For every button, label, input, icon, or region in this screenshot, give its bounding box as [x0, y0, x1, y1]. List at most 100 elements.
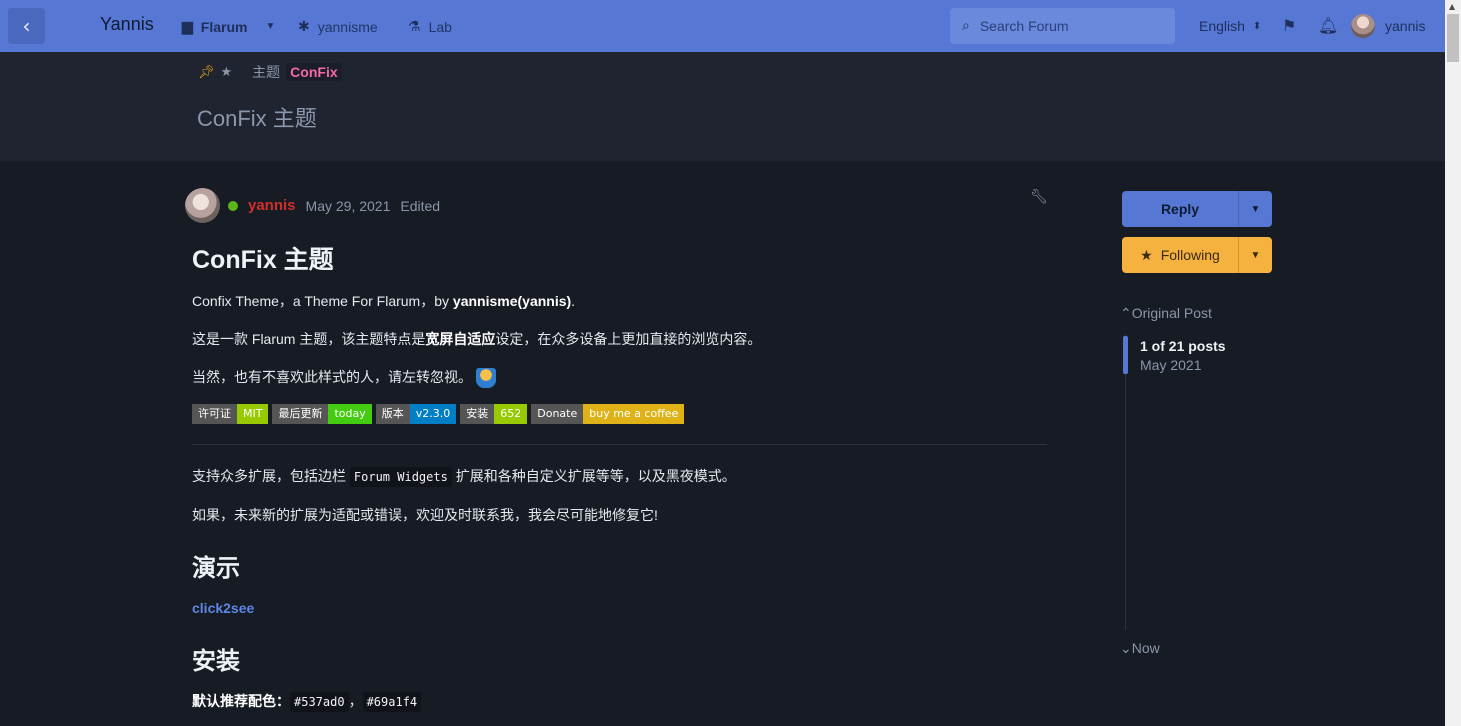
reply-dropdown-toggle[interactable]: ▼	[1238, 191, 1272, 227]
star-icon: ★	[220, 64, 233, 80]
discussion-title: ConFix 主题	[197, 106, 317, 131]
text: 当然，也有不喜欢此样式的人，请左转忽视。	[192, 369, 472, 385]
double-up-icon: ⌃	[1120, 305, 1132, 321]
badge-left: 最后更新	[272, 404, 329, 425]
search-box[interactable]: ⌕	[950, 8, 1175, 44]
badge-row: 许可证 MIT 最后更新 today 版本 v2.3.0 安装 652 Donate bu…	[192, 404, 1047, 425]
badge-left: 许可证	[192, 404, 237, 425]
demo-link[interactable]: click2see	[192, 600, 254, 616]
scrubber-handle[interactable]	[1123, 336, 1128, 374]
text: 这是一款 Flarum 主题，该主题特点是	[192, 331, 426, 347]
sort-caret-icon: ⬍	[1252, 20, 1262, 32]
bold-text: yannisme(yannis)	[452, 293, 572, 309]
scrubber-month: May 2021	[1140, 357, 1202, 373]
flask-icon: ⚗	[408, 18, 421, 34]
nav-flarum-label: Flarum	[200, 18, 248, 35]
badge-right: MIT	[237, 404, 269, 425]
badge-license[interactable]: 许可证 MIT	[192, 404, 269, 425]
text: 设定，在众多设备上更加直接的浏览内容。	[495, 331, 762, 347]
tag-theme[interactable]: 主题	[252, 62, 280, 82]
inline-code: Forum Widgets	[349, 467, 452, 488]
scrollbar[interactable]	[1445, 0, 1461, 726]
post-paragraph-3: 当然，也有不喜欢此样式的人，请左转忽视。	[192, 366, 1047, 389]
text: 支持众多扩展，包括边栏	[192, 468, 350, 485]
following-label: Following	[1160, 247, 1220, 263]
post-body: ConFix 主题 Confix Theme，a Theme For Flaru…	[192, 240, 1047, 726]
bold-text: 宽屏自适应	[425, 331, 496, 347]
nav-yannisme-label: yannisme	[317, 18, 378, 35]
following-button-group: ★ Following ▼	[1122, 237, 1272, 273]
scrubber-count: 1 of 21 posts	[1140, 338, 1226, 354]
text: ，	[348, 693, 363, 710]
bold-text: 默认推荐配色：	[192, 693, 290, 710]
online-indicator	[228, 200, 238, 211]
scrubber-now[interactable]: ⌄Now	[1120, 640, 1160, 657]
tag-list: 📌︎ ★ 主题 ConFix	[198, 62, 342, 82]
post-date[interactable]: May 29, 2021	[306, 198, 391, 214]
chat-icon: ▆	[182, 18, 193, 34]
double-down-icon: ⌄	[1120, 640, 1132, 656]
scroll-up-icon[interactable]: ▲	[1449, 2, 1455, 11]
scrubber-track[interactable]	[1125, 334, 1126, 630]
following-button[interactable]: ★ Following	[1122, 237, 1238, 273]
asterisk-icon: ✱	[298, 18, 310, 34]
badge-installs[interactable]: 安装 652	[460, 404, 528, 425]
badge-version[interactable]: 版本 v2.3.0	[375, 404, 457, 425]
caret-down-icon: ▼	[265, 21, 276, 32]
nav-flarum[interactable]: ▆ Flarum ▼	[182, 18, 275, 35]
badge-right: 652	[494, 404, 528, 425]
badge-updated[interactable]: 最后更新 today	[272, 404, 372, 425]
original-post-label: Original Post	[1131, 305, 1212, 321]
now-label: Now	[1131, 640, 1160, 656]
reply-button-group: Reply ▼	[1122, 191, 1272, 227]
reply-button[interactable]: Reply	[1122, 191, 1238, 227]
forum-brand[interactable]: Yannis	[100, 14, 154, 35]
post-edited[interactable]: Edited	[400, 198, 440, 214]
user-menu[interactable]: yannis	[1351, 14, 1425, 38]
demo-heading: 演示	[192, 555, 240, 583]
pin-icon: 📌︎	[198, 64, 215, 80]
user-name: yannis	[1385, 18, 1426, 34]
post-meta: yannis May 29, 2021 Edited	[228, 197, 440, 214]
text: .	[571, 293, 576, 309]
color-paragraph: 默认推荐配色： #537ad0， #69a1f4	[192, 690, 1047, 713]
tag-confix[interactable]: ConFix	[286, 63, 342, 81]
inline-code: #69a1f4	[362, 692, 422, 713]
post-paragraph-5: 如果，未来新的扩展为适配或错误，欢迎及时联系我，我会尽可能地修复它!	[192, 507, 658, 524]
search-icon: ⌕	[962, 18, 970, 34]
avatar	[1351, 14, 1375, 38]
language-selector[interactable]: English ⬍	[1199, 18, 1261, 34]
search-input[interactable]	[979, 18, 1160, 34]
caret-down-icon: ▼	[1250, 203, 1261, 215]
caret-down-icon: ▼	[1250, 249, 1261, 261]
scrubber-original-post[interactable]: ⌃Original Post	[1120, 305, 1212, 322]
badge-left: 安装	[460, 404, 495, 425]
post-paragraph-4: 支持众多扩展，包括边栏 Forum Widgets 扩展和各种自定义扩展等等，以…	[192, 465, 1047, 488]
nav-lab-label: Lab	[428, 18, 452, 35]
following-dropdown-toggle[interactable]: ▼	[1238, 237, 1272, 273]
post-paragraph-1: Confix Theme，a Theme For Flarum，by yanni…	[192, 290, 1047, 312]
inline-code: #537ad0	[290, 692, 349, 713]
person-shrug-emoji-icon	[476, 368, 496, 389]
text: 扩展和各种自定义扩展等等，以及黑夜模式。	[451, 468, 736, 485]
nav-lab[interactable]: ⚗ Lab	[408, 18, 452, 35]
bell-icon[interactable]: 🔔︎	[1318, 16, 1338, 35]
badge-right: v2.3.0	[409, 404, 457, 425]
flag-icon[interactable]: ⚑	[1282, 16, 1296, 35]
top-header: ‹ Yannis ▆ Flarum ▼ ✱ yannisme ⚗ Lab ⌕ E…	[0, 0, 1445, 52]
post-paragraph-2: 这是一款 Flarum 主题，该主题特点是宽屏自适应设定，在众多设备上更加直接的…	[192, 328, 1047, 350]
divider	[192, 444, 1047, 446]
text: Confix Theme，a Theme For Flarum，by	[192, 293, 453, 309]
back-button[interactable]: ‹	[8, 8, 45, 44]
post-author[interactable]: yannis	[248, 197, 296, 214]
badge-donate[interactable]: Donate buy me a coffee	[531, 404, 685, 425]
discussion-hero: 📌︎ ★ 主题 ConFix ConFix 主题	[0, 52, 1445, 161]
badge-left: 版本	[375, 404, 410, 425]
wrench-icon[interactable]: 🔧︎	[1030, 189, 1048, 205]
post-heading: ConFix 主题	[192, 246, 334, 274]
post-author-avatar[interactable]	[185, 188, 220, 223]
badge-right: buy me a coffee	[583, 404, 685, 425]
scrollbar-thumb[interactable]	[1447, 14, 1459, 62]
install-heading: 安装	[192, 648, 240, 676]
nav-yannisme[interactable]: ✱ yannisme	[298, 18, 378, 35]
